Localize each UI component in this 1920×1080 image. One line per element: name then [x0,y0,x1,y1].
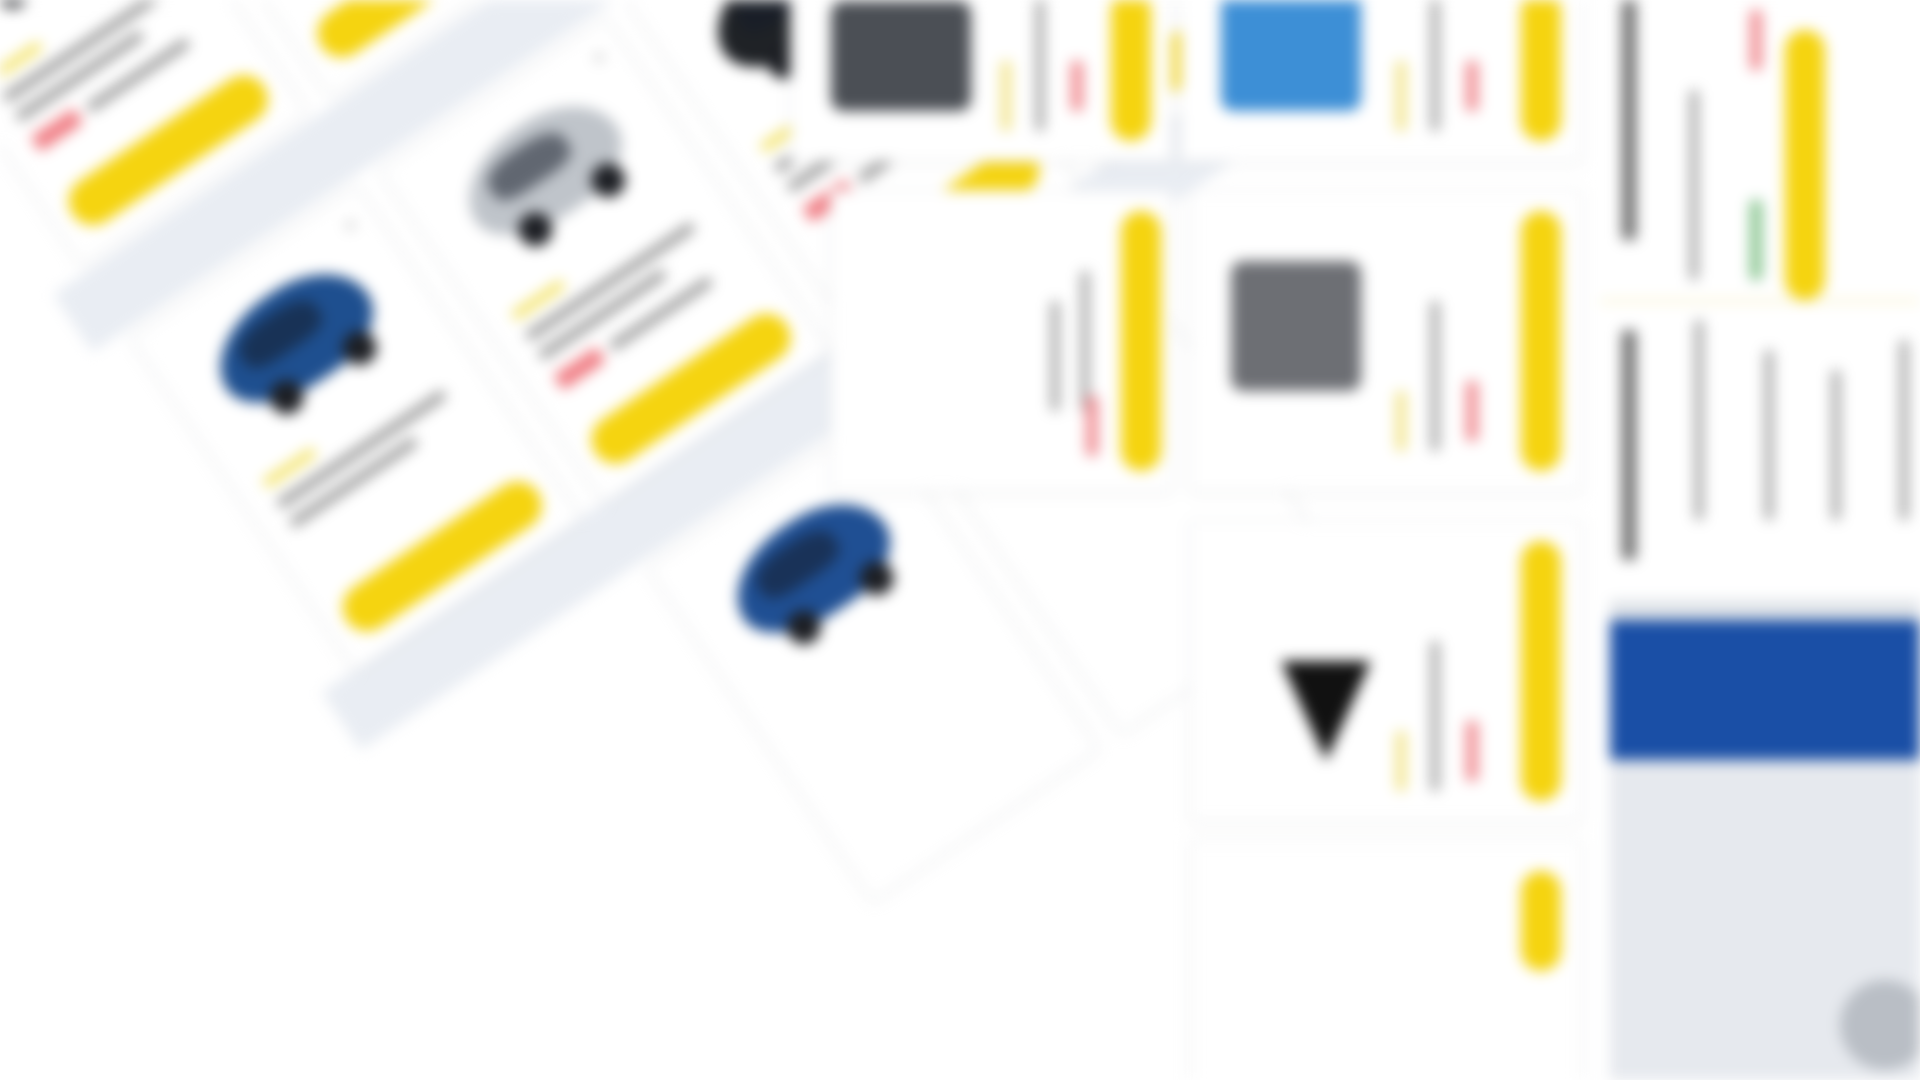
vertical-card[interactable] [790,0,1172,162]
panel-heading [1622,330,1636,560]
corner-ribbon-icon [1281,661,1371,761]
car-blue-icon [0,0,120,21]
panel-heading [1622,0,1636,240]
buy-button[interactable] [1521,541,1561,801]
discount-badge [553,346,607,391]
panel-text-line [1832,370,1840,520]
discount-badge [1071,61,1083,111]
buy-button[interactable] [1521,211,1561,471]
title-line [1036,0,1044,131]
subtitle-line [1081,271,1089,411]
panel-cta-button[interactable] [1785,30,1825,300]
price-line [608,276,714,352]
menu-dot-icon[interactable] [593,51,605,64]
engine-thumb-icon [831,1,971,111]
promo-photo[interactable] [1610,600,1920,1080]
panel-text-line [1900,340,1908,520]
vertical-card[interactable] [1190,190,1582,492]
car-blue-icon [196,248,394,427]
buy-button[interactable] [1121,211,1161,471]
car-blue-icon [713,478,911,657]
buy-button[interactable] [1521,0,1561,141]
title-line [1431,0,1439,131]
status-badge-green [1750,200,1762,280]
title-line [275,389,448,510]
product-thumb-icon [1221,0,1361,111]
menu-dot-icon[interactable] [344,219,356,231]
status-badge-red [1750,10,1762,70]
panel-text-line [1695,320,1703,520]
price-tag [1396,731,1406,791]
vertical-card[interactable] [1190,840,1582,1080]
vertical-card[interactable] [1190,520,1582,822]
title-line [524,221,696,342]
engine-thumb-icon [1231,261,1361,391]
discount-badge [30,108,84,153]
price-tag [1396,391,1406,451]
buy-button[interactable] [1521,871,1561,971]
title-line [1431,641,1439,791]
divider [1600,300,1920,302]
panel-text-line [1765,350,1773,520]
title-line [1051,301,1059,411]
car-silver-icon [444,80,642,259]
discount-badge [1466,381,1478,441]
title-line [1431,301,1439,451]
discount-badge [1466,721,1478,781]
photo-band [1610,620,1920,760]
price-tag [1396,61,1406,131]
blurred-marketplace-collage: · · · · [0,0,1920,1080]
wheel-icon [1840,980,1920,1070]
panel-text-line [1690,90,1698,280]
price-line [85,37,191,113]
buy-button[interactable] [1111,0,1151,141]
price-tag [1001,61,1011,131]
discount-badge [1466,61,1478,111]
discount-badge [1086,396,1098,456]
vertical-card[interactable] [830,190,1172,492]
vertical-card[interactable] [1180,0,1582,162]
